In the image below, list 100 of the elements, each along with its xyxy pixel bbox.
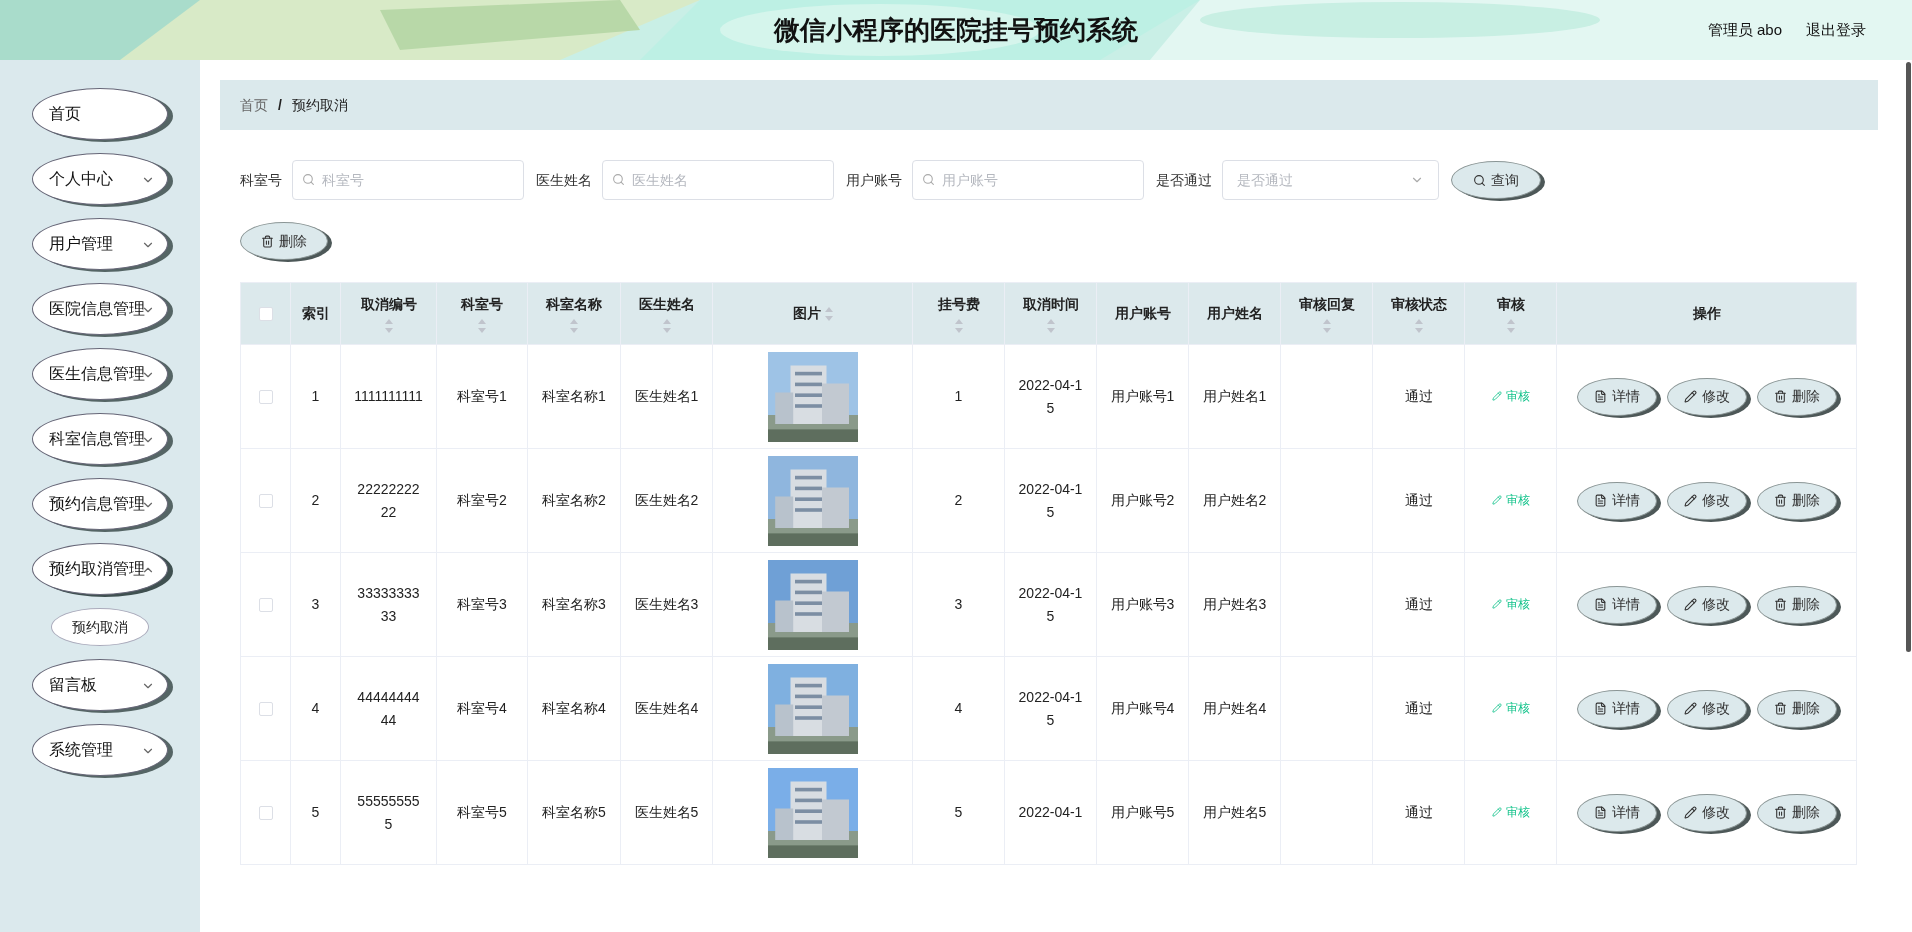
edit-icon [1491, 495, 1502, 505]
table-cell-text: 医生姓名2 [634, 491, 699, 510]
search-icon [922, 173, 935, 186]
checkbox[interactable] [258, 494, 273, 509]
filter-label: 科室号 [240, 170, 282, 190]
table-cell-text: 2222222222 [356, 479, 421, 522]
detail-button[interactable]: 详情 [1576, 689, 1657, 728]
edit-icon [1491, 807, 1502, 817]
pencil-icon [1683, 806, 1697, 819]
table-cell-text: 555555555 [356, 791, 421, 834]
table-cell-text: 2022-04-15 [1017, 687, 1084, 730]
column-header: 科室号 [461, 295, 503, 314]
column-header: 用户账号 [1114, 304, 1171, 323]
table-cell-text: 4444444444 [356, 687, 421, 730]
trash-icon [1773, 806, 1787, 819]
table-cell-text: 用户姓名1 [1202, 387, 1267, 406]
table-cell-text: 1111111111 [353, 387, 424, 406]
table-cell-text: 科室名称2 [542, 491, 606, 510]
edit-button[interactable]: 修改 [1666, 689, 1747, 728]
search-icon [302, 173, 315, 186]
table-cell-text: 3333333333 [356, 583, 421, 626]
table-cell-text: 科室号4 [457, 699, 507, 718]
table-cell-text: 3 [954, 595, 963, 614]
checkbox[interactable] [258, 307, 273, 322]
table-cell-text: 1 [311, 387, 320, 406]
table-cell-text: 5 [954, 803, 963, 822]
column-header: 科室名称 [546, 295, 602, 314]
search-button[interactable]: 查询 [1451, 161, 1541, 199]
search-field[interactable]: 科室号 [292, 160, 524, 200]
pencil-icon [1683, 598, 1697, 611]
breadcrumb-link[interactable]: 预约取消 [291, 94, 348, 116]
delete-button[interactable]: 删除 [1756, 689, 1837, 728]
checkbox[interactable] [258, 806, 273, 821]
column-header: 取消编号 [360, 295, 417, 314]
edit-icon [1491, 391, 1502, 401]
table-cell-text: 2 [954, 491, 963, 510]
delete-button[interactable]: 删除 [1756, 377, 1837, 416]
column-header: 取消时间 [1022, 295, 1079, 314]
table-cell-text: 1 [954, 387, 963, 406]
delete-button[interactable]: 删除 [1756, 793, 1837, 832]
logout-link[interactable]: 退出登录 [1806, 18, 1866, 42]
table-cell-text: 通过 [1404, 387, 1433, 406]
table-cell-text: 医生姓名4 [634, 699, 699, 718]
column-header: 图片 [792, 304, 821, 323]
table-cell-text: 科室号1 [457, 387, 507, 406]
table-cell-text: 用户账号5 [1110, 803, 1175, 822]
table-cell-text: 科室号2 [457, 491, 507, 510]
column-header: 用户姓名 [1206, 304, 1263, 323]
document-icon [1593, 598, 1607, 611]
table-cell-text: 2 [311, 491, 320, 510]
detail-button[interactable]: 详情 [1576, 481, 1657, 520]
checkbox[interactable] [258, 390, 273, 405]
table-cell-text: 4 [954, 699, 963, 718]
table-cell-text: 用户账号1 [1110, 387, 1175, 406]
delete-button[interactable]: 删除 [240, 222, 328, 260]
column-header: 审核回复 [1298, 295, 1355, 314]
column-header: 医生姓名 [638, 295, 695, 314]
edit-button[interactable]: 修改 [1666, 377, 1747, 416]
checkbox[interactable] [258, 598, 273, 613]
delete-button[interactable]: 删除 [1756, 481, 1837, 520]
table-cell-text: 医生姓名3 [634, 595, 699, 614]
document-icon [1593, 494, 1607, 507]
search-field[interactable]: 用户账号 [912, 160, 1144, 200]
app-title: 微信小程序的医院挂号预约系统 [774, 13, 1138, 47]
table-cell-text: 2022-04-1 [1017, 803, 1084, 822]
table-cell-text: 通过 [1404, 699, 1433, 718]
table-cell-text: 科室号3 [457, 595, 507, 614]
table-cell-text: 用户姓名4 [1202, 699, 1267, 718]
detail-button[interactable]: 详情 [1576, 585, 1657, 624]
pencil-icon [1683, 390, 1697, 403]
table-cell-text: 用户姓名3 [1202, 595, 1267, 614]
document-icon [1593, 702, 1607, 715]
table-cell-text: 2022-04-15 [1017, 479, 1084, 522]
checkbox[interactable] [258, 702, 273, 717]
table-cell-text: 医生姓名5 [634, 803, 699, 822]
detail-button[interactable]: 详情 [1576, 377, 1657, 416]
breadcrumb-link[interactable]: 首页 [240, 94, 268, 116]
table-cell-text: 3 [311, 595, 320, 614]
filter-label: 用户账号 [846, 170, 902, 190]
filter-label: 医生姓名 [536, 170, 592, 190]
document-icon [1593, 390, 1607, 403]
edit-button[interactable]: 修改 [1666, 793, 1747, 832]
submenu-item[interactable]: 预约取消 [51, 608, 149, 646]
trash-icon [1773, 390, 1787, 403]
edit-button[interactable]: 修改 [1666, 585, 1747, 624]
search-field[interactable]: 医生姓名 [602, 160, 834, 200]
column-header: 审核 [1496, 295, 1525, 314]
delete-button[interactable]: 删除 [1756, 585, 1837, 624]
table-cell-text: 科室名称4 [542, 699, 606, 718]
edit-button[interactable]: 修改 [1666, 481, 1747, 520]
table-cell-text: 用户账号2 [1110, 491, 1175, 510]
detail-button[interactable]: 详情 [1576, 793, 1657, 832]
table-cell-text: 2022-04-15 [1017, 375, 1084, 418]
table-cell-text: 科室号5 [457, 803, 507, 822]
table-cell-text: 用户姓名2 [1202, 491, 1267, 510]
column-header: 索引 [301, 304, 330, 323]
pencil-icon [1683, 702, 1697, 715]
table-cell-text: 2022-04-15 [1017, 583, 1084, 626]
table-cell-text: 通过 [1404, 595, 1433, 614]
edit-icon [1491, 703, 1502, 713]
